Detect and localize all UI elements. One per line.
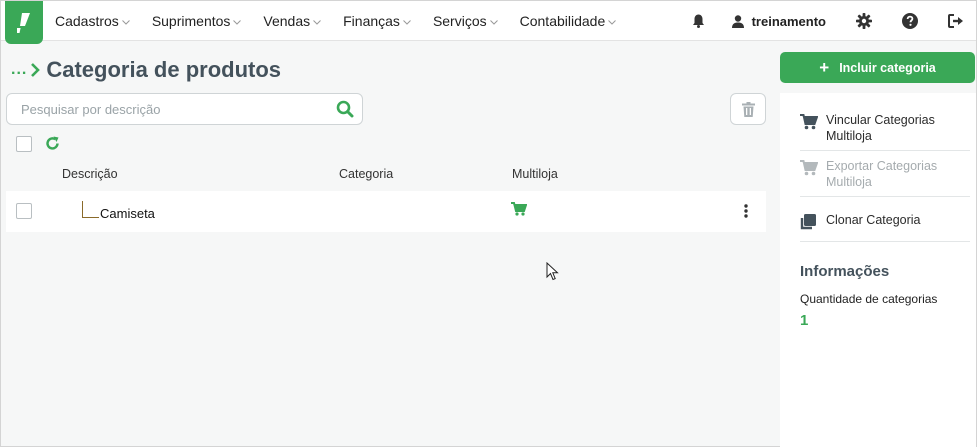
cart-icon [800, 160, 826, 180]
page-header: ... Categoria de produtos [11, 57, 281, 83]
cart-icon [511, 202, 528, 221]
nav-label: Cadastros [55, 13, 119, 29]
divider [800, 241, 970, 242]
nav-label: Suprimentos [151, 13, 231, 29]
top-right-actions: treinamento [692, 1, 976, 41]
column-header-descricao[interactable]: Descrição [62, 167, 118, 181]
tree-connector [82, 201, 99, 218]
mouse-cursor-icon [546, 261, 559, 286]
user-menu[interactable]: treinamento [731, 13, 826, 29]
chevron-right-icon [31, 63, 41, 77]
user-name: treinamento [751, 13, 826, 29]
chevron-down-icon [403, 19, 411, 25]
chevron-down-icon [489, 19, 498, 25]
nav-vendas[interactable]: Vendas [263, 13, 321, 29]
user-icon [731, 14, 744, 28]
search-box [6, 93, 363, 125]
nav-financas[interactable]: Finanças [343, 13, 411, 29]
nav-label: Contabilidade [519, 13, 606, 29]
chevron-down-icon [608, 19, 617, 25]
table-row[interactable]: Camiseta [6, 191, 766, 232]
action-exportar-multiloja[interactable]: Exportar Categorias Multiloja [800, 158, 966, 190]
help-icon[interactable] [902, 13, 918, 29]
refresh-icon[interactable] [45, 136, 60, 156]
nav-cadastros[interactable]: Cadastros [55, 13, 130, 29]
row-checkbox[interactable] [16, 203, 32, 219]
actions-panel: Vincular Categorias Multiloja Exportar C… [780, 93, 976, 447]
divider [800, 196, 970, 197]
add-category-button[interactable]: + Incluir categoria [780, 52, 975, 83]
column-header-multiloja[interactable]: Multiloja [512, 167, 558, 181]
breadcrumb[interactable]: ... [11, 61, 27, 79]
chevron-down-icon [313, 19, 321, 25]
clone-icon [800, 214, 826, 234]
trash-icon [741, 101, 755, 117]
search-icon[interactable] [336, 100, 354, 123]
search-input[interactable] [21, 94, 321, 124]
logout-icon[interactable] [948, 14, 964, 28]
info-value: 1 [800, 312, 809, 329]
nav-label: Finanças [343, 13, 400, 29]
page-title: Categoria de produtos [46, 57, 282, 82]
logo-icon [17, 12, 30, 33]
chevron-down-icon [233, 19, 242, 25]
cart-icon [800, 114, 826, 134]
action-clonar-categoria[interactable]: Clonar Categoria [800, 212, 921, 234]
action-label: Clonar Categoria [826, 213, 921, 227]
action-label: Exportar Categorias Multiloja [826, 159, 938, 189]
delete-button[interactable] [730, 93, 766, 125]
nav-servicos[interactable]: Serviços [433, 13, 498, 29]
chevron-down-icon [121, 19, 130, 25]
info-title: Informações [800, 263, 890, 280]
bell-icon[interactable] [692, 14, 706, 28]
select-all-checkbox[interactable] [16, 136, 32, 152]
top-navbar: Cadastros Suprimentos Vendas Finanças Se… [1, 1, 976, 44]
add-category-label: Incluir categoria [839, 60, 936, 75]
main-nav: Cadastros Suprimentos Vendas Finanças Se… [55, 1, 638, 41]
nav-label: Vendas [263, 13, 311, 29]
plus-icon: + [819, 57, 830, 77]
gear-icon[interactable] [856, 13, 872, 29]
kebab-menu-icon[interactable] [744, 204, 748, 223]
divider [800, 150, 970, 151]
nav-contabilidade[interactable]: Contabilidade [520, 13, 617, 29]
nav-suprimentos[interactable]: Suprimentos [152, 13, 242, 29]
action-vincular-multiloja[interactable]: Vincular Categorias Multiloja [800, 112, 966, 144]
info-label: Quantidade de categorias [800, 292, 938, 306]
row-descricao: Camiseta [100, 206, 155, 221]
nav-label: Serviços [432, 13, 487, 29]
action-label: Vincular Categorias Multiloja [826, 113, 935, 143]
column-header-categoria[interactable]: Categoria [339, 167, 393, 181]
app-logo[interactable] [5, 1, 43, 44]
